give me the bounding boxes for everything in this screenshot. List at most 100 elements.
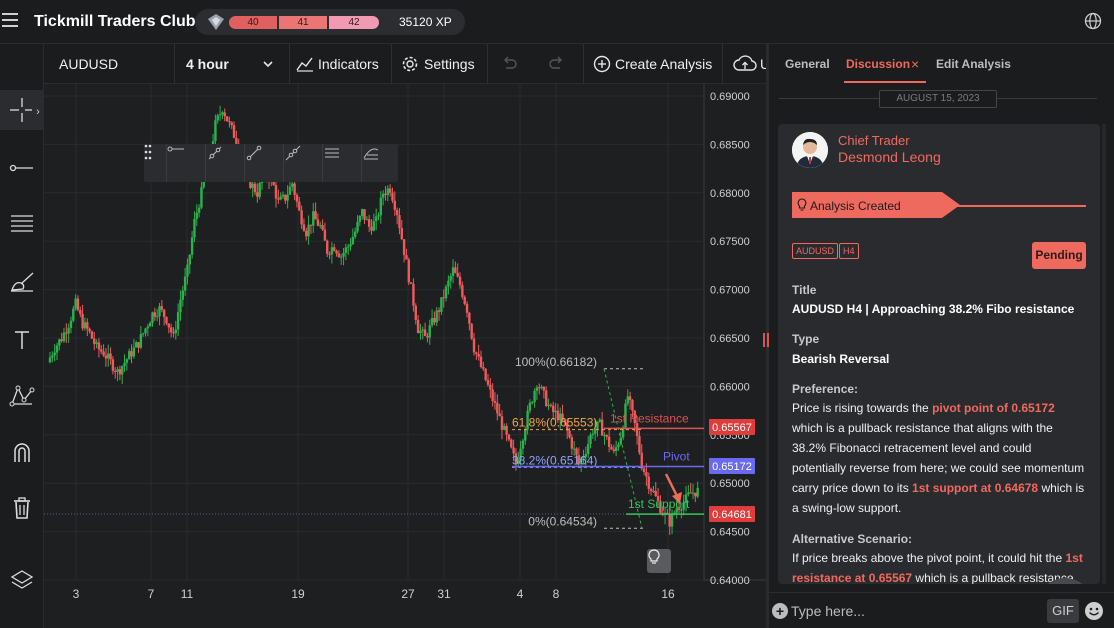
x-tick-label: 7 xyxy=(148,587,155,601)
candle-body xyxy=(111,359,115,371)
candle-body xyxy=(402,239,406,256)
globe-icon[interactable] xyxy=(1084,12,1102,30)
candle-body xyxy=(489,384,492,390)
candle-body xyxy=(53,352,56,356)
expand-tools-icon[interactable]: › xyxy=(32,94,44,130)
text-icon[interactable] xyxy=(0,320,44,360)
message-input[interactable] xyxy=(791,599,1041,623)
drag-handle-icon[interactable] xyxy=(144,144,164,182)
candle-body xyxy=(95,342,98,344)
candle-body xyxy=(342,252,345,257)
candle-body xyxy=(132,347,136,357)
candle-body xyxy=(188,254,191,265)
candle-body xyxy=(360,209,364,216)
gear-icon[interactable] xyxy=(401,55,419,73)
candle-body xyxy=(174,329,178,334)
candle-body xyxy=(363,209,366,220)
candle-body xyxy=(507,434,511,440)
lightbulb-button[interactable] xyxy=(647,549,671,573)
candle-body xyxy=(691,492,695,494)
candle-body xyxy=(130,351,133,357)
candle-body xyxy=(293,183,296,196)
candle-body xyxy=(67,327,70,334)
emoji-icon[interactable] xyxy=(1085,602,1103,620)
candle-body xyxy=(628,396,632,401)
avatar xyxy=(792,132,828,168)
horizontal-ray-icon[interactable] xyxy=(166,144,204,182)
candle-body xyxy=(442,297,445,299)
price-label: 0.65567 xyxy=(712,422,752,434)
date-label: AUGUST 15, 2023 xyxy=(879,90,997,108)
tab-discussion[interactable]: Discussion xyxy=(846,57,910,71)
x-tick-label: 31 xyxy=(437,587,451,601)
candle-body xyxy=(195,212,198,219)
candle-body xyxy=(104,355,108,359)
candle-body xyxy=(274,185,278,199)
candle-body xyxy=(93,338,96,344)
indicators-button[interactable]: Indicators xyxy=(318,44,379,84)
candle-body xyxy=(347,246,350,248)
cloud-upload-icon[interactable] xyxy=(733,55,757,73)
close-tab-icon[interactable]: × xyxy=(911,56,919,72)
chart-toolbar: AUDUSD 4 hour Indicators Settings Create… xyxy=(44,44,766,84)
scrollbar[interactable] xyxy=(1102,124,1106,584)
candle-body xyxy=(214,120,217,142)
candle-body xyxy=(470,323,473,339)
analysis-card: Chief Trader Desmond Leong Analysis Crea… xyxy=(778,124,1100,584)
plus-circle-icon[interactable] xyxy=(593,55,611,73)
parallel-lines-icon[interactable] xyxy=(322,144,360,182)
candle-body xyxy=(118,369,122,375)
candle-body xyxy=(74,298,77,309)
magnet-icon[interactable] xyxy=(0,432,44,472)
symbol-selector[interactable]: AUDUSD xyxy=(59,44,118,84)
candle-body xyxy=(570,437,574,449)
undo-icon[interactable] xyxy=(500,56,518,72)
xp-value: 35120 XP xyxy=(399,15,452,29)
settings-button[interactable]: Settings xyxy=(424,44,475,84)
redo-icon[interactable] xyxy=(548,56,566,72)
pattern-icon[interactable] xyxy=(0,376,44,416)
horizontal-ray-icon[interactable] xyxy=(0,148,44,188)
candle-body xyxy=(435,310,438,323)
candle-body xyxy=(344,247,348,253)
candle-body xyxy=(482,367,485,369)
candle-body xyxy=(510,439,513,448)
tab-edit-analysis[interactable]: Edit Analysis xyxy=(936,57,1011,71)
candle-body xyxy=(102,351,105,356)
candle-body xyxy=(386,188,390,196)
brush-icon[interactable] xyxy=(0,262,44,302)
timeframe-selector[interactable]: 4 hour xyxy=(186,44,229,84)
candle-body xyxy=(468,312,471,324)
attach-icon[interactable]: + xyxy=(772,603,788,619)
candle-body xyxy=(549,404,553,406)
candle-body xyxy=(286,194,289,201)
trend-line-icon[interactable] xyxy=(205,144,243,182)
extended-line-icon[interactable] xyxy=(283,144,321,182)
candle-body xyxy=(398,215,401,229)
candle-body xyxy=(607,436,611,447)
price-chart[interactable]: 0.69000 0.68500 0.68000 0.67500 0.67000 0.665… xyxy=(44,84,766,628)
chevron-down-icon[interactable] xyxy=(262,58,274,70)
horizontal-lines-icon[interactable] xyxy=(0,204,44,244)
gif-button[interactable]: GIF xyxy=(1047,599,1079,623)
fib-icon[interactable] xyxy=(361,144,399,182)
candle-body xyxy=(465,303,469,313)
candle-body xyxy=(216,115,219,121)
candle-body xyxy=(253,183,257,193)
create-analysis-button[interactable]: Create Analysis xyxy=(615,44,712,84)
candle-body xyxy=(654,491,657,497)
candle-body xyxy=(153,312,157,317)
author-name[interactable]: Desmond Leong xyxy=(838,149,941,165)
candle-body xyxy=(291,183,294,187)
level-label: Pivot xyxy=(663,450,690,464)
layers-icon[interactable] xyxy=(0,560,44,600)
trash-icon[interactable] xyxy=(0,488,44,528)
tab-general[interactable]: General xyxy=(785,57,830,71)
candle-body xyxy=(388,188,392,193)
candle-body xyxy=(612,449,615,452)
menu-icon[interactable] xyxy=(2,13,18,29)
y-tick-label: 0.65000 xyxy=(710,478,750,490)
indicators-icon[interactable] xyxy=(296,56,314,72)
line-icon[interactable] xyxy=(244,144,282,182)
candle-body xyxy=(155,316,159,318)
